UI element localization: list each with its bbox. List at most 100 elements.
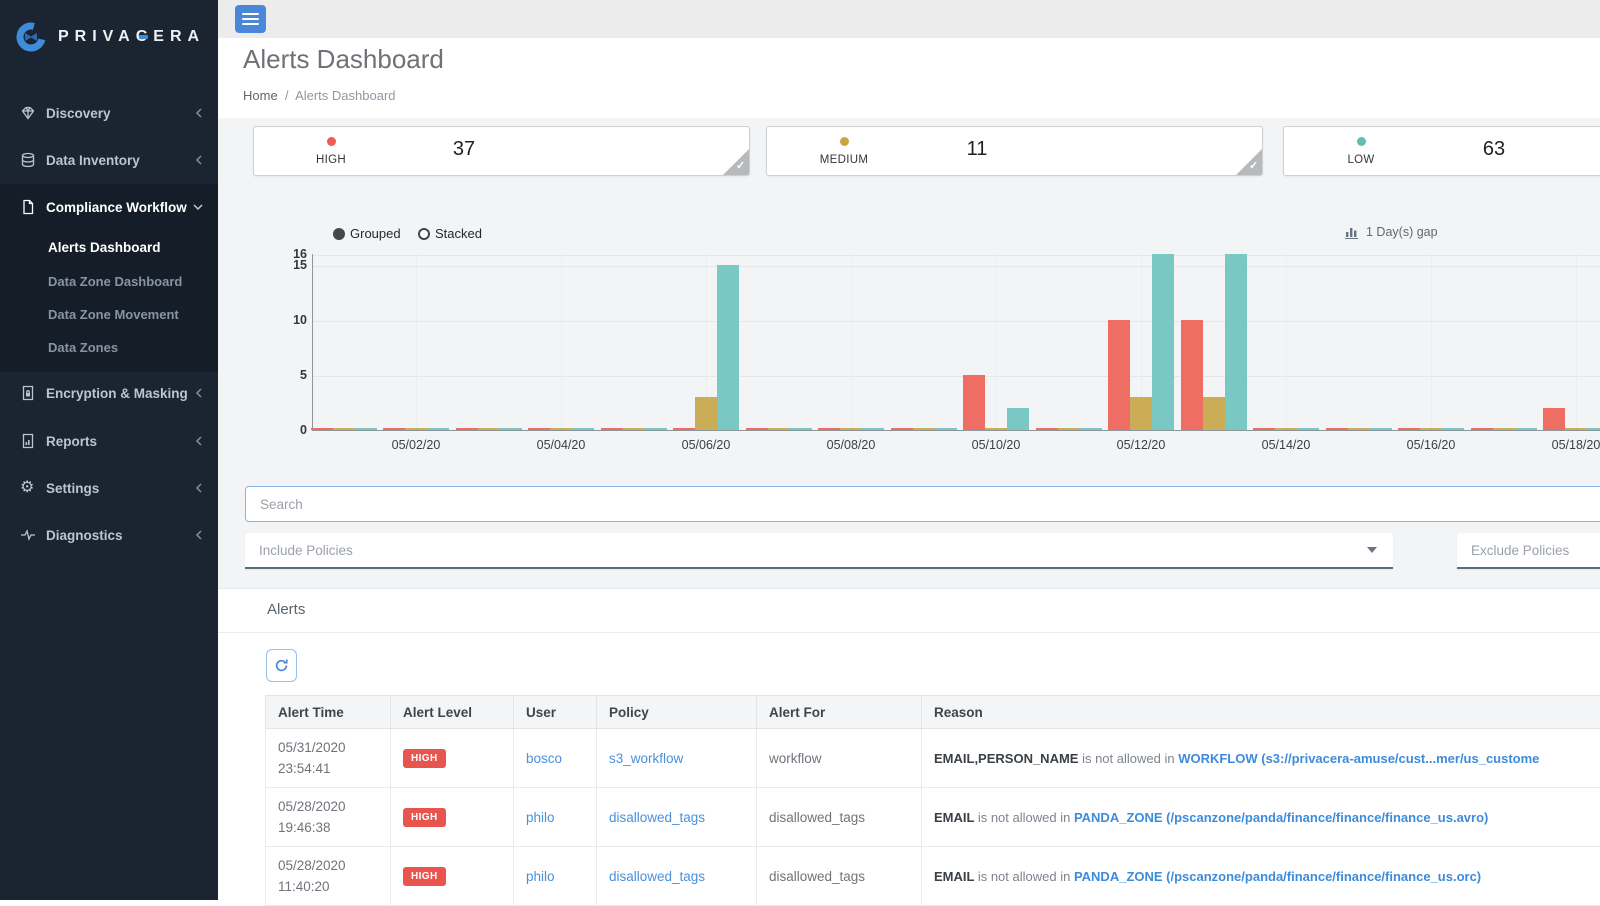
bar-medium-05/04/20[interactable] xyxy=(550,428,572,430)
bar-low-05/02/20[interactable] xyxy=(427,428,449,430)
bar-medium-05/10/20[interactable] xyxy=(985,428,1007,430)
bar-high-05/17/20[interactable] xyxy=(1471,428,1493,430)
bar-low-05/01/20[interactable] xyxy=(355,428,377,430)
card-label: HIGH xyxy=(296,154,366,166)
bar-low-05/11/20[interactable] xyxy=(1080,428,1102,430)
policy-link[interactable]: disallowed_tags xyxy=(609,869,705,884)
bar-low-05/13/20[interactable] xyxy=(1225,254,1247,430)
cell-alert-level: HIGH xyxy=(391,788,514,847)
bar-high-05/02/20[interactable] xyxy=(383,428,405,430)
bar-low-05/12/20[interactable] xyxy=(1152,254,1174,430)
bar-medium-05/09/20[interactable] xyxy=(913,428,935,430)
bar-high-05/12/20[interactable] xyxy=(1108,320,1130,430)
radio-selected-icon xyxy=(333,228,345,240)
user-link[interactable]: philo xyxy=(526,810,555,825)
search-input[interactable] xyxy=(245,486,1600,522)
y-tick-label: 5 xyxy=(271,368,307,382)
bar-medium-05/02/20[interactable] xyxy=(405,428,427,430)
bar-high-05/01/20[interactable] xyxy=(311,428,333,430)
bar-medium-05/08/20[interactable] xyxy=(840,428,862,430)
bar-high-05/14/20[interactable] xyxy=(1253,428,1275,430)
bar-low-05/08/20[interactable] xyxy=(862,428,884,430)
reason-resource-link[interactable]: PANDA_ZONE (/pscanzone/panda/finance/fin… xyxy=(1074,810,1488,825)
bar-high-05/08/20[interactable] xyxy=(818,428,840,430)
sidebar-item-label: Data Inventory xyxy=(46,153,140,168)
card-low[interactable]: LOW 63 ✓ xyxy=(1283,126,1600,176)
y-gridline xyxy=(313,255,1600,256)
bar-high-05/03/20[interactable] xyxy=(456,428,478,430)
sidebar-item-encryption-masking[interactable]: Encryption & Masking xyxy=(0,373,218,413)
bar-medium-05/16/20[interactable] xyxy=(1420,428,1442,430)
card-high[interactable]: HIGH 37 ✓ xyxy=(253,126,750,176)
sidebar-item-discovery[interactable]: Discovery xyxy=(0,93,218,133)
bar-medium-05/06/20[interactable] xyxy=(695,397,717,430)
bar-medium-05/12/20[interactable] xyxy=(1130,397,1152,430)
bar-high-05/10/20[interactable] xyxy=(963,375,985,430)
bar-high-05/18/20[interactable] xyxy=(1543,408,1565,430)
x-tick-label: 05/12/20 xyxy=(1105,438,1177,452)
sidebar-item-compliance-workflow[interactable]: Compliance Workflow xyxy=(0,187,218,227)
refresh-button[interactable] xyxy=(266,649,297,682)
sidebar-toggle-button[interactable] xyxy=(235,5,266,33)
bar-medium-05/17/20[interactable] xyxy=(1493,428,1515,430)
sidebar-item-reports[interactable]: Reports xyxy=(0,421,218,461)
bar-low-05/03/20[interactable] xyxy=(500,428,522,430)
bar-medium-05/05/20[interactable] xyxy=(623,428,645,430)
bar-medium-05/18/20[interactable] xyxy=(1565,428,1587,430)
col-alert-for: Alert For xyxy=(757,696,922,729)
chevron-down-icon xyxy=(192,201,204,213)
sidebar-item-data-zone-dashboard[interactable]: Data Zone Dashboard xyxy=(48,274,182,289)
bar-medium-05/01/20[interactable] xyxy=(333,428,355,430)
stacked-radio[interactable]: Stacked xyxy=(418,226,482,241)
bar-high-05/11/20[interactable] xyxy=(1036,428,1058,430)
bar-high-05/04/20[interactable] xyxy=(528,428,550,430)
cell-alert-time: 05/31/202023:54:41 xyxy=(266,729,391,788)
y-gridline xyxy=(313,266,1600,267)
bar-high-05/15/20[interactable] xyxy=(1326,428,1348,430)
reason-resource-link[interactable]: PANDA_ZONE (/pscanzone/panda/finance/fin… xyxy=(1074,869,1481,884)
sidebar-item-diagnostics[interactable]: Diagnostics xyxy=(0,515,218,555)
bar-high-05/16/20[interactable] xyxy=(1398,428,1420,430)
sidebar-item-data-inventory[interactable]: Data Inventory xyxy=(0,140,218,180)
bar-medium-05/15/20[interactable] xyxy=(1348,428,1370,430)
sidebar-item-data-zones[interactable]: Data Zones xyxy=(48,340,118,355)
bar-medium-05/03/20[interactable] xyxy=(478,428,500,430)
panel-divider xyxy=(218,632,1600,633)
sidebar-item-settings[interactable]: ⚙ Settings xyxy=(0,468,218,508)
user-link[interactable]: bosco xyxy=(526,751,562,766)
policy-link[interactable]: disallowed_tags xyxy=(609,810,705,825)
bar-high-05/09/20[interactable] xyxy=(891,428,913,430)
user-link[interactable]: philo xyxy=(526,869,555,884)
bar-low-05/09/20[interactable] xyxy=(935,428,957,430)
bar-low-05/16/20[interactable] xyxy=(1442,428,1464,430)
reason-resource-link[interactable]: WORKFLOW (s3://privacera-amuse/cust...me… xyxy=(1178,751,1539,766)
bar-low-05/07/20[interactable] xyxy=(790,428,812,430)
sidebar-item-alerts-dashboard[interactable]: Alerts Dashboard xyxy=(48,240,161,255)
bar-medium-05/13/20[interactable] xyxy=(1203,397,1225,430)
bar-high-05/13/20[interactable] xyxy=(1181,320,1203,430)
cell-policy: disallowed_tags xyxy=(597,788,757,847)
card-medium[interactable]: MEDIUM 11 ✓ xyxy=(766,126,1263,176)
bar-low-05/05/20[interactable] xyxy=(645,428,667,430)
grouped-radio[interactable]: Grouped xyxy=(333,226,401,241)
bar-low-05/14/20[interactable] xyxy=(1297,428,1319,430)
breadcrumb-home[interactable]: Home xyxy=(243,88,278,103)
bar-low-05/15/20[interactable] xyxy=(1370,428,1392,430)
bar-medium-05/11/20[interactable] xyxy=(1058,428,1080,430)
policy-link[interactable]: s3_workflow xyxy=(609,751,683,766)
bar-medium-05/07/20[interactable] xyxy=(768,428,790,430)
bar-high-05/05/20[interactable] xyxy=(601,428,623,430)
sidebar-item-data-zone-movement[interactable]: Data Zone Movement xyxy=(48,307,179,322)
exclude-policies-select[interactable]: Exclude Policies xyxy=(1457,533,1600,569)
bar-low-05/06/20[interactable] xyxy=(717,265,739,430)
bar-low-05/17/20[interactable] xyxy=(1515,428,1537,430)
bar-high-05/07/20[interactable] xyxy=(746,428,768,430)
bar-high-05/06/20[interactable] xyxy=(673,428,695,430)
include-policies-select[interactable]: Include Policies xyxy=(245,533,1393,569)
privacera-logo[interactable]: PRIVACERA xyxy=(14,20,205,54)
bar-low-05/04/20[interactable] xyxy=(572,428,594,430)
sidebar: PRIVACERA Discovery Data Inventory Compl… xyxy=(0,0,218,900)
bar-low-05/10/20[interactable] xyxy=(1007,408,1029,430)
bar-medium-05/14/20[interactable] xyxy=(1275,428,1297,430)
bar-low-05/18/20[interactable] xyxy=(1587,428,1600,430)
